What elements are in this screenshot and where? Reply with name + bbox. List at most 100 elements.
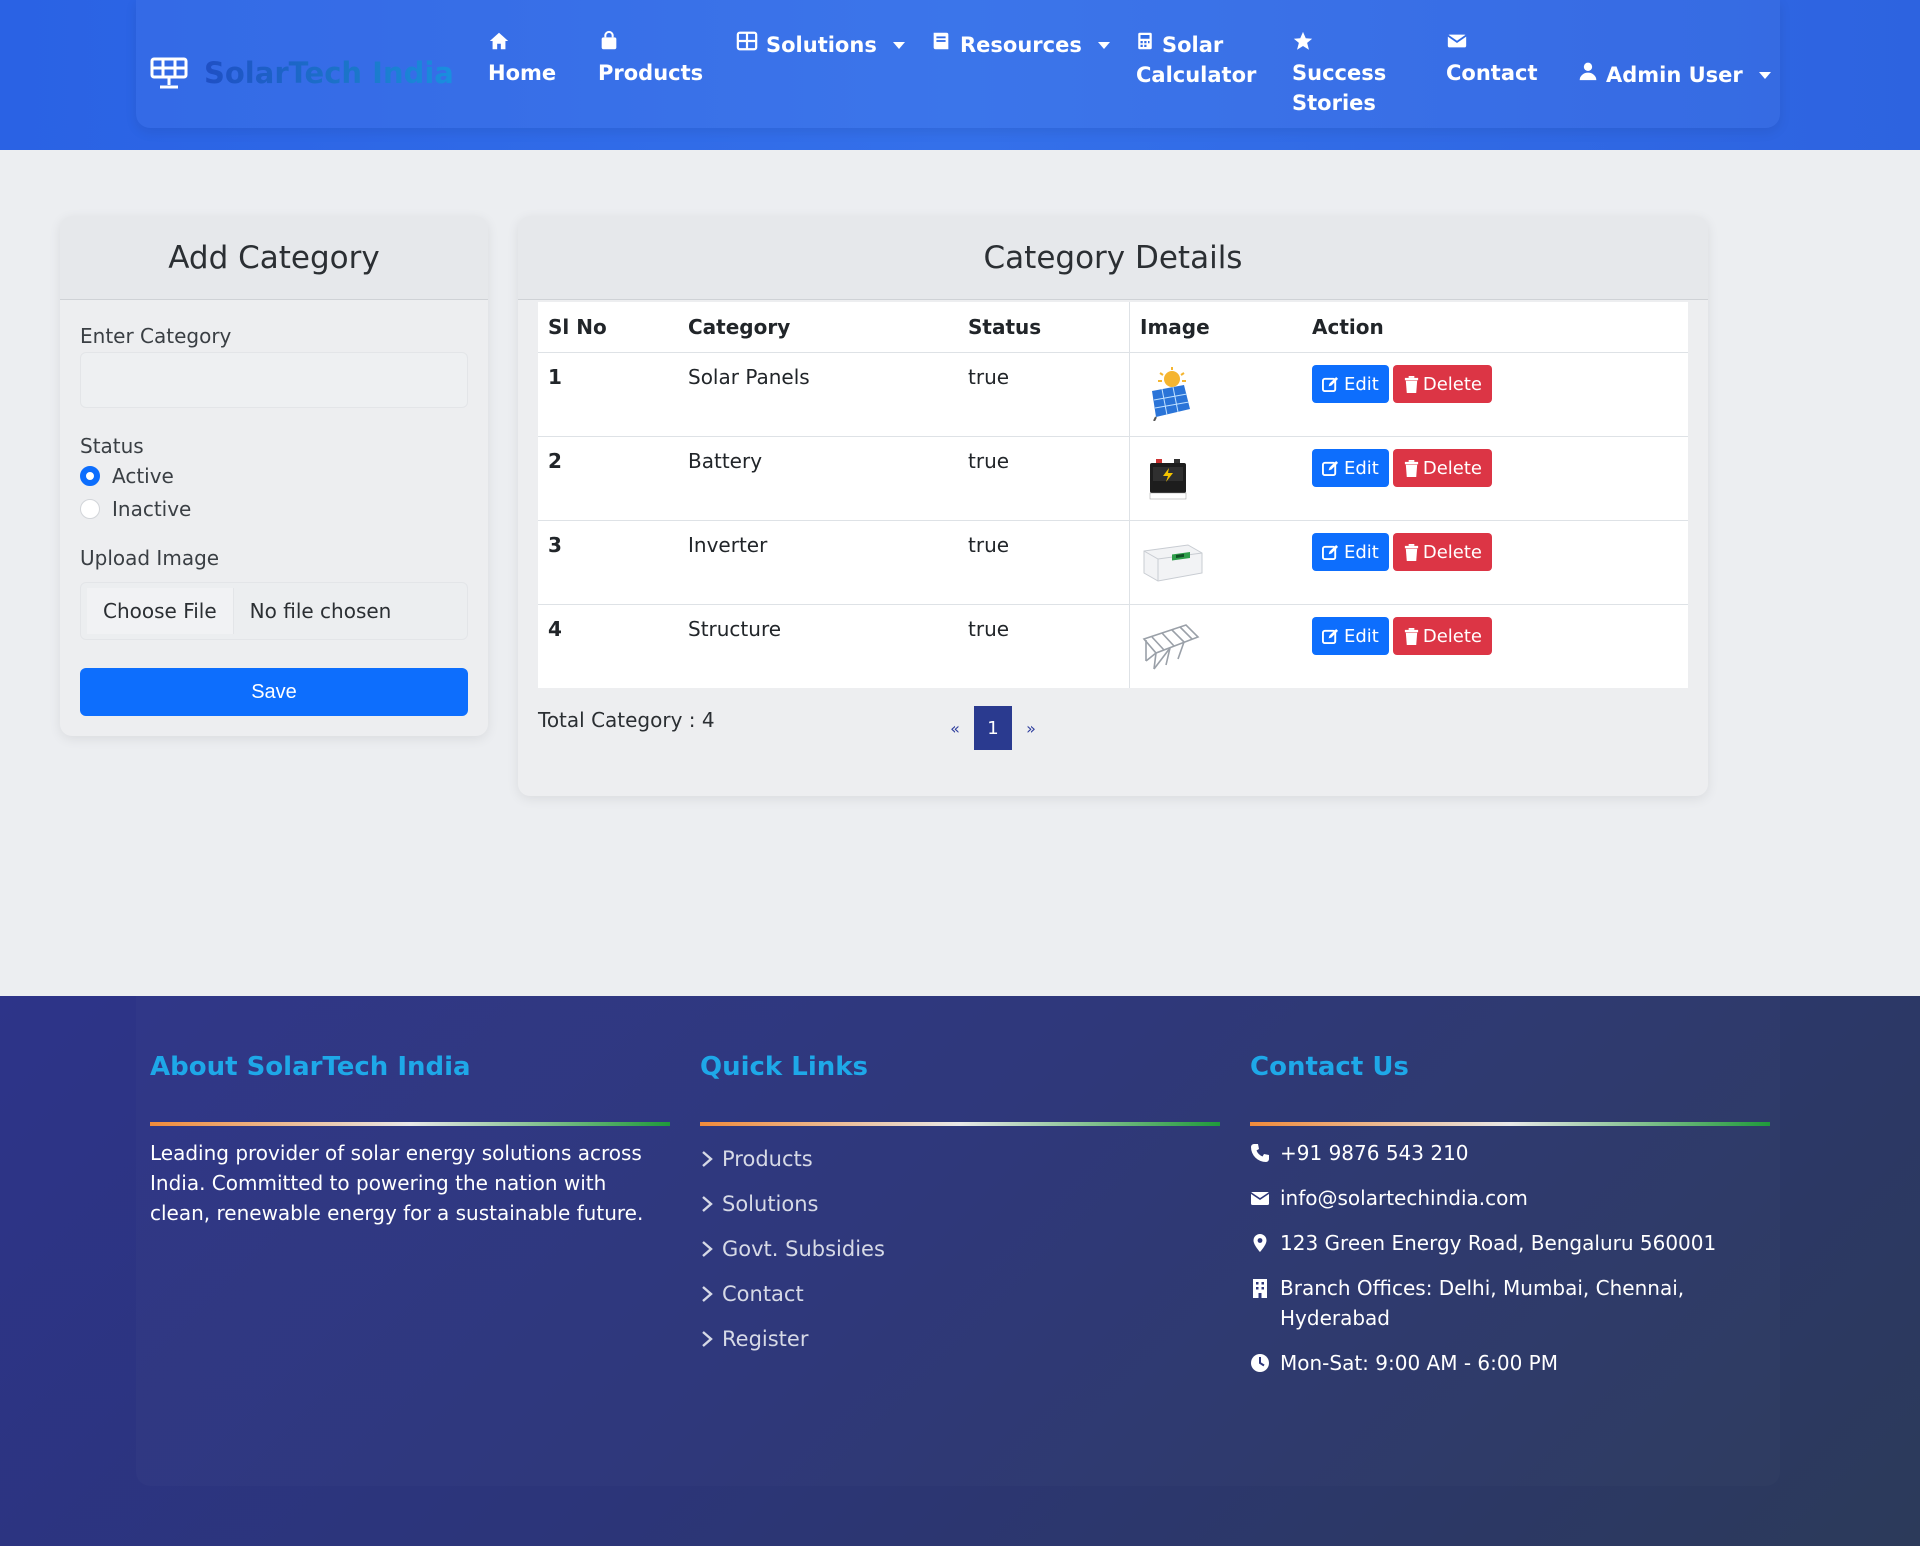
grid-icon [736,30,758,60]
footer-contact: Contact Us +91 9876 543 210 info@solarte… [1250,1052,1770,1393]
solar-panel-icon [150,57,188,89]
delete-label: Delete [1422,373,1483,395]
cell-status: true [958,521,1130,604]
nav-home[interactable]: Home [488,30,556,88]
brand-name: SolarTech India [204,56,454,90]
cell-action: Edit Delete [1302,437,1688,520]
chevron-down-icon [1758,71,1771,79]
pagination: « 1 » [936,706,1050,750]
edit-button[interactable]: Edit [1312,365,1389,403]
cell-image [1130,605,1302,688]
nav-products-label: Products [598,61,704,85]
status-label: Status [80,434,144,458]
table-row: 1 Solar Panels true Edit Delete [538,353,1688,437]
edit-icon [1322,460,1339,476]
footer-link-subsidies[interactable]: Govt. Subsidies [700,1226,1220,1271]
pagination-page[interactable]: 1 [974,706,1012,750]
delete-label: Delete [1422,457,1483,479]
footer-link-register[interactable]: Register [700,1316,1220,1361]
add-category-title: Add Category [60,216,488,300]
edit-button[interactable]: Edit [1312,533,1389,571]
status-inactive-option[interactable]: Inactive [80,497,191,521]
edit-icon [1322,376,1339,392]
clock-icon [1251,1354,1269,1372]
cell-category: Battery [688,449,763,473]
delete-button[interactable]: Delete [1392,533,1493,571]
header-action: Action [1312,315,1384,339]
active-radio[interactable] [80,466,100,486]
category-input[interactable] [80,352,468,408]
footer-phone[interactable]: +91 9876 543 210 [1250,1138,1770,1168]
cell-image [1130,437,1302,520]
nav-products[interactable]: Products [598,30,703,88]
edit-label: Edit [1344,625,1379,647]
table-row: 3 Inverter true Edit Delete [538,521,1688,605]
nav-user-label: Admin User [1606,63,1743,87]
envelope-icon [1250,1192,1270,1205]
footer-about-text: Leading provider of solar energy solutio… [150,1141,644,1225]
cell-sl-no: 2 [548,449,562,473]
cell-image [1130,353,1302,436]
delete-button[interactable]: Delete [1392,449,1493,487]
footer-contact-title: Contact Us [1250,1052,1409,1082]
envelope-icon [1446,30,1538,58]
file-input[interactable]: Choose File No file chosen [80,582,468,640]
navbar: SolarTech India Home Products Solutions … [0,0,1920,150]
cell-sl-no: 1 [548,365,562,389]
nav-solutions-dropdown[interactable]: Solutions [736,30,905,60]
chevron-right-icon [702,1195,713,1212]
nav-stories-label-1: Success [1292,61,1387,85]
category-details-title: Category Details [518,216,1708,300]
nav-resources-dropdown[interactable]: Resources [930,30,1110,60]
footer-link-solutions[interactable]: Solutions [700,1181,1220,1226]
battery-icon [1149,459,1187,500]
footer-hours-text: Mon-Sat: 9:00 AM - 6:00 PM [1280,1351,1558,1375]
footer-divider [150,1122,670,1126]
chevron-down-icon [1097,41,1110,49]
edit-button[interactable]: Edit [1312,617,1389,655]
file-status-text: No file chosen [249,599,392,623]
footer-link-contact[interactable]: Contact [700,1271,1220,1316]
delete-button[interactable]: Delete [1392,365,1493,403]
nav-solar-calculator[interactable]: Solar Calculator [1136,30,1256,90]
footer-link-label: Register [722,1326,809,1351]
pagination-next[interactable]: » [1012,706,1050,750]
home-icon [488,30,556,58]
delete-button[interactable]: Delete [1392,617,1493,655]
table-row: 2 Battery true Edit Delete [538,437,1688,521]
save-button[interactable]: Save [80,668,468,716]
footer-links-title: Quick Links [700,1052,869,1082]
nav-contact[interactable]: Contact [1446,30,1538,88]
header-image: Image [1140,315,1210,339]
edit-button[interactable]: Edit [1312,449,1389,487]
map-pin-icon [1253,1234,1267,1252]
solar-panel-icon [1152,367,1190,422]
brand-logo[interactable]: SolarTech India [150,56,454,90]
cell-category: Solar Panels [688,365,810,389]
footer-email[interactable]: info@solartechindia.com [1250,1183,1770,1213]
footer-link-label: Contact [722,1281,804,1306]
inactive-radio[interactable] [80,499,100,519]
nav-calculator-label-2: Calculator [1136,63,1257,87]
footer-link-products[interactable]: Products [700,1136,1220,1181]
nav-user-dropdown[interactable]: Admin User [1578,60,1771,90]
trash-icon [1404,543,1418,561]
choose-file-button[interactable]: Choose File [87,588,234,634]
star-icon [1292,30,1386,58]
building-icon [1253,1279,1267,1298]
delete-label: Delete [1422,625,1483,647]
footer-phone-text: +91 9876 543 210 [1280,1141,1469,1165]
calculator-icon [1136,30,1154,60]
trash-icon [1404,627,1418,645]
cell-sl-no: 4 [548,617,562,641]
inverter-icon [1143,544,1203,582]
status-active-option[interactable]: Active [80,464,174,488]
total-category-text: Total Category : 4 [538,708,715,732]
pagination-prev[interactable]: « [936,706,974,750]
footer: About SolarTech India Leading provider o… [0,996,1920,1546]
header-category: Category [688,315,791,339]
chevron-right-icon [702,1330,713,1347]
nav-success-stories[interactable]: Success Stories [1292,30,1386,118]
chevron-right-icon [702,1150,713,1167]
header-status: Status [958,302,1130,352]
